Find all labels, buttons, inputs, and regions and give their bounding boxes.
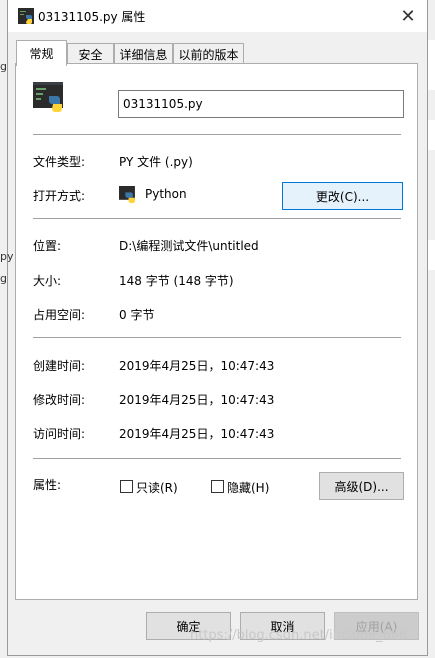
modified-value: 2019年4月25日，10:47:43 [119, 393, 275, 407]
opens-with-value: Python [145, 187, 187, 201]
divider [33, 337, 401, 338]
location-value: D:\编程测试文件\untitled [119, 239, 259, 253]
tab-previous-versions[interactable]: 以前的版本 [173, 43, 244, 64]
location-label: 位置: [33, 239, 62, 253]
window-title: 03131105.py 属性 [38, 10, 146, 24]
size-on-disk-label: 占用空间: [33, 308, 86, 322]
divider [33, 134, 401, 135]
watermark: https://blog.csdn.net/include_666 [190, 628, 408, 643]
size-on-disk-value: 0 字节 [119, 308, 155, 322]
created-value: 2019年4月25日，10:47:43 [119, 359, 275, 373]
change-button-label: 更改(C)... [315, 189, 370, 204]
tab-label: 以前的版本 [178, 47, 239, 62]
modified-label: 修改时间: [33, 393, 86, 407]
title-bar: 03131105.py 属性 ✕ [8, 0, 427, 32]
python-file-icon [33, 82, 63, 112]
file-type-label: 文件类型: [33, 155, 86, 169]
background-window-strip [428, 120, 435, 150]
background-text: g [0, 272, 7, 285]
created-label: 创建时间: [33, 359, 86, 373]
tab-label: 常规 [29, 47, 54, 61]
close-icon: ✕ [400, 5, 416, 27]
hidden-checkbox[interactable] [211, 480, 224, 493]
file-type-value: PY 文件 (.py) [119, 155, 193, 169]
general-panel: 文件类型: PY 文件 (.py) 打开方式: Python 更改(C)... … [15, 63, 418, 600]
properties-dialog: 03131105.py 属性 ✕ 常规 安全 详细信息 以前的版本 031311… [7, 0, 428, 656]
python-icon [119, 186, 135, 203]
attributes-label: 属性: [33, 478, 62, 492]
python-file-icon [18, 8, 34, 24]
change-button[interactable]: 更改(C)... [282, 182, 403, 210]
accessed-label: 访问时间: [33, 427, 86, 441]
advanced-button-label: 高级(D)... [334, 479, 389, 494]
advanced-button[interactable]: 高级(D)... [319, 472, 404, 500]
tab-label: 安全 [78, 47, 103, 62]
tab-general[interactable]: 常规 [16, 40, 67, 66]
accessed-value: 2019年4月25日，10:47:43 [119, 427, 275, 441]
background-window-strip [428, 240, 435, 270]
background-text: py [0, 250, 14, 263]
filename-input[interactable] [118, 90, 404, 118]
tab-security[interactable]: 安全 [67, 43, 114, 64]
background-window-strip [428, 40, 435, 90]
opens-with-label: 打开方式: [33, 189, 86, 203]
divider [33, 458, 401, 459]
readonly-label[interactable]: 只读(R) [136, 479, 178, 496]
tab-label: 详细信息 [119, 47, 168, 62]
tab-details[interactable]: 详细信息 [114, 43, 173, 64]
size-label: 大小: [33, 274, 62, 288]
size-value: 148 字节 (148 字节) [119, 274, 234, 288]
divider [33, 218, 401, 219]
background-text: g [0, 60, 7, 73]
close-button[interactable]: ✕ [389, 0, 427, 32]
readonly-checkbox[interactable] [120, 480, 133, 493]
hidden-label[interactable]: 隐藏(H) [227, 479, 269, 496]
